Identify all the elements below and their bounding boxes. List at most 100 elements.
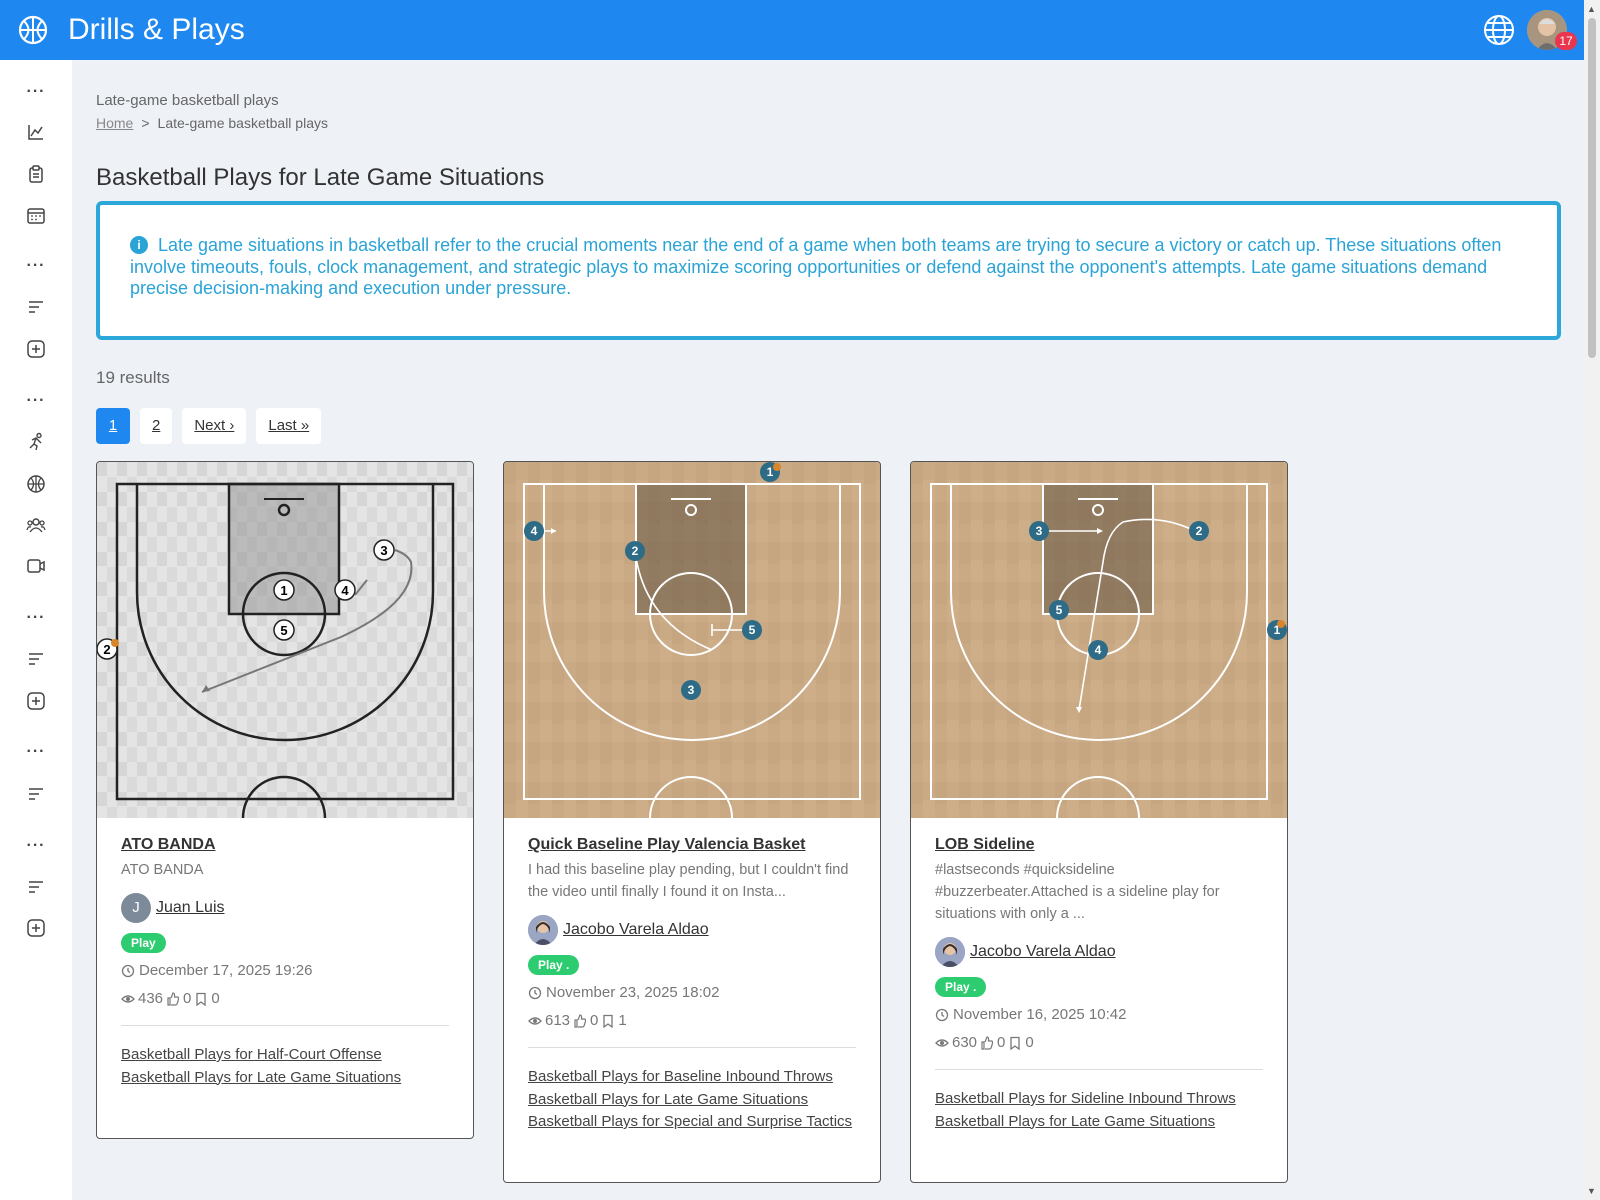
more-icon[interactable]: ···	[26, 256, 46, 276]
category-link[interactable]: Basketball Plays for Late Game Situation…	[528, 1089, 856, 1112]
category-link[interactable]: Basketball Plays for Baseline Inbound Th…	[528, 1066, 856, 1089]
chart-icon[interactable]	[26, 122, 46, 142]
player-2-label: 2	[103, 642, 110, 657]
card-description: I had this baseline play pending, but I …	[528, 862, 849, 900]
category-links: Basketball Plays for Baseline Inbound Th…	[528, 1048, 856, 1158]
scroll-up-icon[interactable]: ▲	[1587, 4, 1596, 14]
category-link[interactable]: Basketball Plays for Late Game Situation…	[121, 1067, 449, 1090]
card-title[interactable]: Quick Baseline Play Valencia Basket	[528, 836, 856, 854]
clock-icon	[935, 1008, 949, 1021]
last-page-button[interactable]: Last »	[256, 408, 322, 444]
calendar-icon[interactable]	[26, 205, 46, 225]
breadcrumb-current: Late-game basketball plays	[157, 115, 328, 131]
eye-icon	[935, 1038, 949, 1047]
scroll-down-icon[interactable]: ▼	[1587, 1186, 1596, 1196]
breadcrumb-home[interactable]: Home	[96, 115, 133, 131]
info-box: i Late game situations in basketball refe…	[96, 201, 1561, 340]
scrollbar[interactable]: ▲ ▼	[1584, 0, 1600, 1200]
thumbs-up-icon[interactable]	[573, 1013, 587, 1028]
more-icon[interactable]: ···	[26, 836, 46, 856]
category-link[interactable]: Basketball Plays for Late Game Situation…	[935, 1111, 1263, 1134]
notification-badge[interactable]: 17	[1555, 32, 1577, 50]
scroll-thumb[interactable]	[1588, 18, 1596, 358]
section-heading: Late-game basketball plays	[96, 92, 279, 109]
player-5-label: 5	[749, 623, 756, 637]
author-avatar[interactable]	[528, 915, 558, 945]
likes-count: 0	[590, 1012, 599, 1029]
play-diagram[interactable]: 1 2 3 4 5	[97, 462, 473, 818]
author-name[interactable]: Juan Luis	[156, 899, 225, 917]
more-icon[interactable]: ···	[26, 608, 46, 628]
stats-row: 630 0 0	[935, 1034, 1263, 1051]
add-icon[interactable]	[26, 918, 46, 938]
next-page-button[interactable]: Next ›	[182, 408, 247, 444]
bookmark-icon[interactable]	[601, 1014, 615, 1028]
views-count: 630	[952, 1034, 978, 1051]
thumbs-up-icon[interactable]	[980, 1035, 994, 1050]
author-avatar[interactable]: J	[121, 893, 151, 923]
type-badge[interactable]: Play .	[528, 955, 580, 975]
play-diagram[interactable]: 1 2 3 4 5	[504, 462, 880, 818]
category-link[interactable]: Basketball Plays for Sideline Inbound Th…	[935, 1088, 1263, 1111]
more-icon[interactable]: ···	[26, 391, 46, 411]
play-card[interactable]: 1 2 3 4 5 Quick Baseline Play Valencia B…	[503, 461, 881, 1183]
likes-count: 0	[183, 990, 192, 1007]
breadcrumb-separator: >	[141, 115, 150, 131]
pagination: 1 2 Next › Last »	[96, 408, 322, 444]
clock-icon	[528, 986, 542, 999]
author-avatar[interactable]	[935, 937, 965, 967]
more-icon[interactable]: ···	[26, 82, 46, 102]
saves-count: 0	[211, 990, 220, 1007]
type-badge[interactable]: Play .	[935, 977, 987, 997]
player-3-label: 3	[1036, 524, 1043, 538]
card-date: December 17, 2025 19:26	[139, 962, 313, 979]
type-badge[interactable]: Play	[121, 933, 166, 953]
player-4-label: 4	[531, 524, 538, 538]
breadcrumb: Home > Late-game basketball plays	[96, 115, 328, 131]
sort-icon[interactable]	[26, 784, 46, 804]
play-card[interactable]: 1 2 3 4 5 LOB Sideline #lastseconds #qui…	[910, 461, 1288, 1183]
player-3-label: 3	[688, 683, 695, 697]
more-icon[interactable]: ···	[26, 742, 46, 762]
play-diagram[interactable]: 1 2 3 4 5	[911, 462, 1287, 818]
runner-icon[interactable]	[26, 432, 46, 452]
app-title[interactable]: Drills & Plays	[68, 13, 245, 47]
sort-icon[interactable]	[26, 297, 46, 317]
author-name[interactable]: Jacobo Varela Aldao	[970, 943, 1116, 961]
author: Jacobo Varela Aldao	[935, 937, 1263, 967]
team-icon[interactable]	[26, 515, 46, 535]
views-count: 613	[545, 1012, 571, 1029]
card-title[interactable]: ATO BANDA	[121, 836, 449, 854]
sort-icon[interactable]	[26, 877, 46, 897]
play-card[interactable]: 1 2 3 4 5 ATO BANDA ATO BANDA J Juan Lui…	[96, 461, 474, 1139]
sort-icon[interactable]	[26, 649, 46, 669]
thumbs-up-icon[interactable]	[166, 991, 180, 1006]
date-row: November 16, 2025 10:42	[935, 1006, 1263, 1023]
author: Jacobo Varela Aldao	[528, 915, 856, 945]
card-date: November 23, 2025 18:02	[546, 984, 720, 1001]
likes-count: 0	[997, 1034, 1006, 1051]
player-1-label: 1	[767, 465, 774, 479]
eye-icon	[121, 994, 135, 1003]
bookmark-icon[interactable]	[1008, 1036, 1022, 1050]
category-link[interactable]: Basketball Plays for Special and Surpris…	[528, 1111, 856, 1134]
clipboard-icon[interactable]	[26, 164, 46, 184]
add-icon[interactable]	[26, 691, 46, 711]
page-1-button[interactable]: 1	[96, 408, 130, 444]
ball-icon[interactable]	[26, 474, 46, 494]
card-title[interactable]: LOB Sideline	[935, 836, 1263, 854]
results-count: 19 results	[96, 368, 170, 387]
basketball-icon[interactable]	[17, 14, 49, 46]
card-description: #lastseconds #quicksideline #buzzerbeate…	[935, 862, 1220, 922]
category-link[interactable]: Basketball Plays for Half-Court Offense	[121, 1044, 449, 1067]
player-4-label: 4	[1095, 643, 1102, 657]
page-2-button[interactable]: 2	[140, 408, 173, 444]
add-icon[interactable]	[26, 339, 46, 359]
author-name[interactable]: Jacobo Varela Aldao	[563, 921, 709, 939]
bookmark-icon[interactable]	[194, 992, 208, 1006]
player-2-label: 2	[632, 544, 639, 558]
date-row: December 17, 2025 19:26	[121, 962, 449, 979]
globe-icon[interactable]	[1482, 13, 1516, 47]
video-icon[interactable]	[26, 556, 46, 576]
saves-count: 1	[618, 1012, 627, 1029]
